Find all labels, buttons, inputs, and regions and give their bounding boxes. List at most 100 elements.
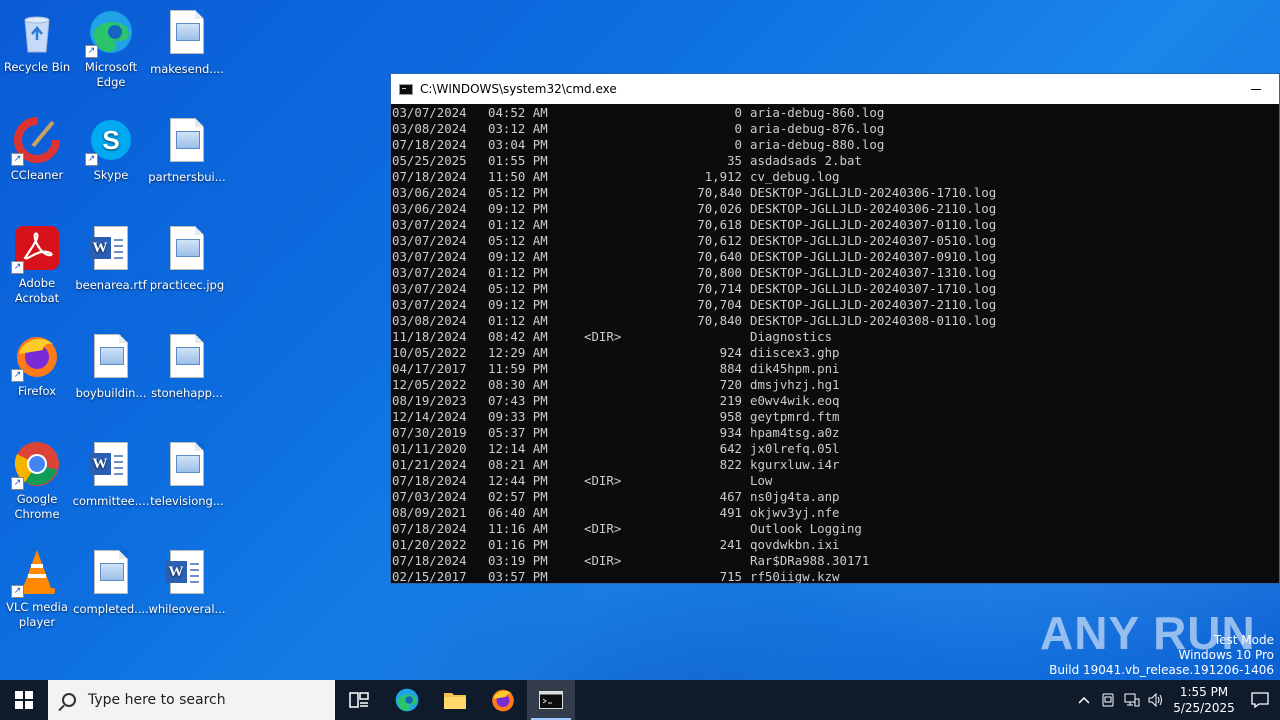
cmd-time: 11:16 AM bbox=[488, 521, 548, 536]
desktop-icon-partnersbui[interactable]: partnersbui... bbox=[148, 116, 226, 185]
cmd-console-output[interactable]: 03/07/2024 04:52 AM 0 aria-debug-860.log 03/… bbox=[391, 104, 1279, 583]
cmd-time: 03:57 PM bbox=[488, 569, 548, 583]
cmd-date: 01/20/2022 bbox=[392, 537, 467, 552]
cmd-date: 07/18/2024 bbox=[392, 553, 467, 568]
desktop-icon-google-chrome[interactable]: ↗ Google Chrome bbox=[0, 440, 76, 522]
cmd-size: 0 bbox=[734, 105, 742, 120]
desktop-icon-label: beenarea.rtf bbox=[75, 278, 147, 292]
cmd-output-line: 04/17/2017 11:59 PM 884 dik45hpm.pni bbox=[392, 361, 1279, 377]
desktop-icon-label: partnersbui... bbox=[148, 170, 226, 184]
desktop-icon-recycle-bin[interactable]: Recycle Bin bbox=[0, 8, 76, 75]
cmd-date: 03/07/2024 bbox=[392, 249, 467, 264]
network-button[interactable] bbox=[1120, 680, 1144, 720]
cmd-name: qovdwkbn.ixi bbox=[750, 537, 840, 552]
cmd-output-line: 11/18/2024 08:42 AM <DIR> Diagnostics bbox=[392, 329, 1279, 345]
cmd-output-line: 03/07/2024 01:12 PM 70,800 DESKTOP-JGLLJLD-… bbox=[392, 265, 1279, 281]
shortcut-arrow-icon: ↗ bbox=[11, 477, 24, 490]
taskbar-file-explorer-button[interactable] bbox=[431, 680, 479, 720]
desktop-icon-stonehapp[interactable]: stonehapp... bbox=[148, 332, 226, 401]
cmd-output-line: 03/07/2024 09:12 AM 70,640 DESKTOP-JGLLJLD-… bbox=[392, 249, 1279, 265]
cmd-output-line: 07/18/2024 03:04 PM 0 aria-debug-880.log bbox=[392, 137, 1279, 153]
desktop-icon-label: completed.... bbox=[73, 602, 149, 616]
cmd-date: 03/06/2024 bbox=[392, 185, 467, 200]
desktop-icon-label: CCleaner bbox=[10, 168, 64, 182]
desktop-icon-firefox[interactable]: ↗ Firefox bbox=[0, 332, 76, 399]
edge-icon bbox=[395, 688, 419, 712]
cmd-date: 11/18/2024 bbox=[392, 329, 467, 344]
chrome-icon: ↗ bbox=[11, 440, 61, 490]
desktop-icon-microsoft-edge[interactable]: ↗ Microsoft Edge bbox=[72, 8, 150, 90]
cmd-date: 05/25/2025 bbox=[392, 153, 467, 168]
desktop-icon-adobe-acrobat[interactable]: ↗ Adobe Acrobat bbox=[0, 224, 76, 306]
cmd-title-bar[interactable]: C:\WINDOWS\system32\cmd.exe bbox=[391, 74, 1279, 104]
cmd-dir: <DIR> bbox=[584, 553, 622, 568]
cmd-time: 03:19 PM bbox=[488, 553, 548, 568]
action-center-button[interactable] bbox=[1240, 680, 1280, 720]
desktop-icon-completed[interactable]: completed.... bbox=[72, 548, 150, 617]
cmd-size: 70,026 bbox=[697, 201, 742, 216]
taskbar-search-box[interactable]: Type here to search bbox=[48, 680, 335, 720]
vlc-icon: ↗ bbox=[11, 548, 61, 598]
show-hidden-icons-button[interactable] bbox=[1072, 680, 1096, 720]
cmd-time: 01:12 AM bbox=[488, 217, 548, 232]
shortcut-arrow-icon: ↗ bbox=[11, 585, 24, 598]
start-button[interactable] bbox=[0, 680, 48, 720]
cmd-time: 08:42 AM bbox=[488, 329, 548, 344]
folder-icon bbox=[444, 693, 466, 709]
taskbar-cmd-button[interactable] bbox=[527, 680, 575, 720]
cmd-size: 35 bbox=[727, 153, 742, 168]
windows-logo-icon bbox=[15, 691, 33, 709]
desktop-icon-vlc[interactable]: ↗ VLC media player bbox=[0, 548, 76, 630]
cmd-date: 01/11/2020 bbox=[392, 441, 467, 456]
volume-button[interactable] bbox=[1144, 680, 1168, 720]
windows-edition-text: Windows 10 Pro bbox=[1178, 648, 1274, 662]
cmd-name: DESKTOP-JGLLJLD-20240307-2110.log bbox=[750, 297, 997, 312]
cmd-date: 12/05/2022 bbox=[392, 377, 467, 392]
desktop-icon-practicec[interactable]: practicec.jpg bbox=[148, 224, 226, 293]
cmd-date: 03/08/2024 bbox=[392, 313, 467, 328]
skype-icon: S ↗ bbox=[85, 116, 135, 166]
cmd-output-line: 05/25/2025 01:55 PM 35 asdadsads 2.bat bbox=[392, 153, 1279, 169]
desktop-icon-ccleaner[interactable]: ↗ CCleaner bbox=[0, 116, 76, 183]
cmd-output-line: 07/18/2024 11:16 AM <DIR> Outlook Logging bbox=[392, 521, 1279, 537]
cmd-size: 491 bbox=[719, 505, 742, 520]
desktop-icon-skype[interactable]: S ↗ Skype bbox=[72, 116, 150, 183]
cmd-output-line: 01/20/2022 01:16 PM 241 qovdwkbn.ixi bbox=[392, 537, 1279, 553]
desktop-icon-committee[interactable]: W committee.... bbox=[72, 440, 150, 509]
cmd-name: Outlook Logging bbox=[750, 521, 862, 536]
cmd-name: DESKTOP-JGLLJLD-20240307-0110.log bbox=[750, 217, 997, 232]
task-view-button[interactable] bbox=[335, 680, 383, 720]
network-icon bbox=[1124, 693, 1140, 707]
taskbar-firefox-button[interactable] bbox=[479, 680, 527, 720]
minimize-button[interactable] bbox=[1233, 74, 1279, 104]
cmd-name: DESKTOP-JGLLJLD-20240306-2110.log bbox=[750, 201, 997, 216]
desktop-icon-label: practicec.jpg bbox=[149, 278, 225, 292]
shortcut-arrow-icon: ↗ bbox=[85, 45, 98, 58]
firefox-icon: ↗ bbox=[11, 332, 61, 382]
cmd-time: 01:55 PM bbox=[488, 153, 548, 168]
cmd-size: 715 bbox=[719, 569, 742, 583]
desktop-icon-makesend[interactable]: makesend.... bbox=[148, 8, 226, 77]
search-icon bbox=[62, 693, 76, 707]
cmd-name: rf50iigw.kzw bbox=[750, 569, 840, 583]
cmd-name: hpam4tsg.a0z bbox=[750, 425, 840, 440]
cmd-time: 09:33 PM bbox=[488, 409, 548, 424]
taskbar-clock[interactable]: 1:55 PM 5/25/2025 bbox=[1168, 684, 1240, 716]
desktop-icon-label: Firefox bbox=[17, 384, 57, 398]
tray-device-button[interactable] bbox=[1096, 680, 1120, 720]
desktop-icon-televisiong[interactable]: televisiong... bbox=[148, 440, 226, 509]
cmd-window[interactable]: C:\WINDOWS\system32\cmd.exe 03/07/2024 04… bbox=[390, 73, 1280, 584]
test-mode-text: Test Mode bbox=[1213, 633, 1274, 647]
cmd-output-line: 03/08/2024 03:12 AM 0 aria-debug-876.log bbox=[392, 121, 1279, 137]
desktop-icon-label: Recycle Bin bbox=[3, 60, 71, 74]
cmd-date: 03/07/2024 bbox=[392, 281, 467, 296]
taskbar-edge-button[interactable] bbox=[383, 680, 431, 720]
cmd-name: diiscex3.ghp bbox=[750, 345, 840, 360]
image-file-icon bbox=[163, 334, 211, 382]
desktop-icon-beenarea[interactable]: W beenarea.rtf bbox=[72, 224, 150, 293]
desktop-icon-label: stonehapp... bbox=[151, 386, 223, 400]
desktop-icon-boybuildin[interactable]: boybuildin... bbox=[72, 332, 150, 401]
desktop-icon-whileoveral[interactable]: W whileoveral... bbox=[148, 548, 226, 617]
system-tray: 1:55 PM 5/25/2025 bbox=[1072, 680, 1280, 720]
cmd-date: 12/14/2024 bbox=[392, 409, 467, 424]
